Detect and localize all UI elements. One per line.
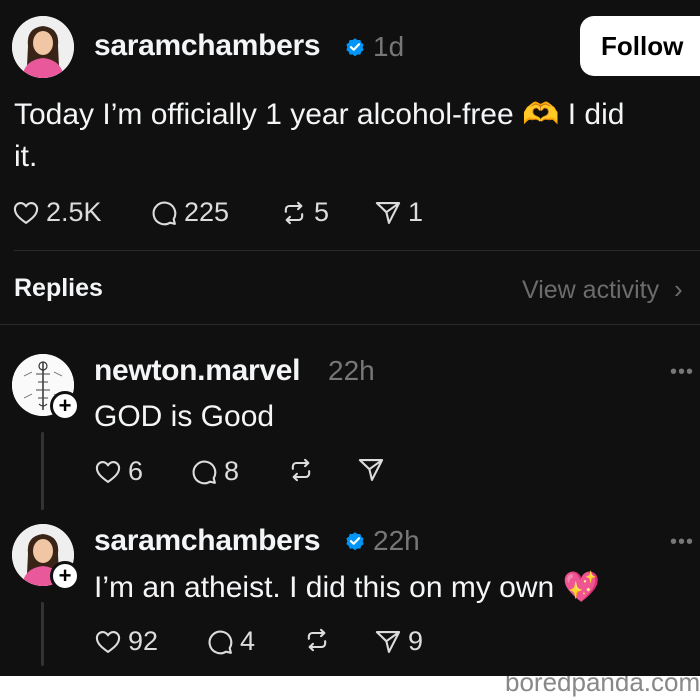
post-text-line1: Today I’m officially 1 year alcohol-free	[14, 98, 514, 131]
watermark-strip: boredpanda.com	[0, 676, 700, 700]
reply-username[interactable]: newton.marvel	[94, 354, 300, 388]
like-button[interactable]: 6	[94, 456, 143, 487]
repost-button[interactable]: 5	[280, 197, 329, 228]
comment-icon	[208, 630, 233, 654]
repost-button[interactable]	[303, 626, 337, 654]
thread-line	[41, 432, 44, 510]
verified-icon	[346, 532, 364, 551]
comment-button[interactable]: 4	[206, 626, 255, 657]
divider	[14, 250, 700, 251]
verified-icon	[346, 38, 364, 57]
like-button[interactable]: 2.5K	[12, 197, 102, 228]
share-icon	[358, 459, 384, 481]
chevron-right-icon: ›	[674, 274, 683, 304]
reply-text: GOD is Good	[94, 400, 275, 433]
reply-username[interactable]: saramchambers	[94, 524, 321, 558]
hands-heart-emoji: 🫶	[522, 98, 560, 131]
repost-button[interactable]	[287, 456, 321, 484]
repost-icon	[307, 628, 327, 652]
reply-time: 22h	[328, 355, 375, 386]
thread-line	[41, 602, 44, 666]
post-text-line2: it.	[14, 140, 38, 173]
view-activity-link[interactable]: View activity ›	[522, 274, 683, 305]
watermark-text: boredpanda.com	[505, 676, 700, 697]
share-icon	[375, 630, 401, 653]
follow-plus-button[interactable]: +	[50, 561, 80, 591]
repost-icon	[291, 458, 311, 482]
heart-icon	[13, 201, 39, 224]
like-count: 6	[128, 456, 144, 486]
follow-button[interactable]: Follow	[580, 16, 700, 76]
like-button[interactable]: 92	[94, 626, 158, 657]
reply-text: I’m an atheist. I did this on my own 💖	[94, 570, 600, 605]
comment-button[interactable]: 225	[150, 197, 229, 228]
share-count: 9	[408, 626, 424, 656]
heart-icon	[95, 630, 121, 653]
divider	[0, 324, 700, 325]
share-count: 1	[408, 197, 424, 227]
repost-icon	[284, 201, 304, 224]
view-activity-label: View activity	[522, 276, 660, 304]
like-count: 92	[128, 626, 159, 656]
comment-count: 225	[184, 197, 230, 227]
avatar[interactable]	[12, 16, 74, 78]
post-text-after: I did	[567, 98, 625, 131]
repost-count: 5	[314, 197, 330, 227]
share-button[interactable]: 1	[374, 197, 423, 228]
comment-icon	[192, 460, 217, 484]
post-username[interactable]: saramchambers	[94, 29, 321, 63]
like-count: 2.5K	[46, 197, 102, 227]
follow-plus-button[interactable]: +	[50, 391, 80, 421]
post-time: 1d	[373, 31, 405, 62]
more-icon[interactable]: •••	[670, 361, 694, 384]
reply-text-body: I’m an atheist. I did this on my own	[94, 571, 555, 604]
heart-icon	[95, 460, 121, 483]
comment-count: 8	[224, 456, 240, 486]
more-icon[interactable]: •••	[670, 531, 694, 554]
comment-count: 4	[240, 626, 256, 656]
comment-icon	[152, 201, 177, 225]
share-icon	[375, 201, 401, 224]
sparkling-heart-emoji: 💖	[562, 571, 600, 604]
post-text: Today I’m officially 1 year alcohol-free…	[14, 94, 694, 178]
comment-button[interactable]: 8	[190, 456, 239, 487]
share-button[interactable]: 9	[374, 626, 423, 657]
replies-heading: Replies	[14, 274, 103, 302]
share-button[interactable]	[357, 456, 391, 484]
reply-time: 22h	[373, 525, 420, 556]
